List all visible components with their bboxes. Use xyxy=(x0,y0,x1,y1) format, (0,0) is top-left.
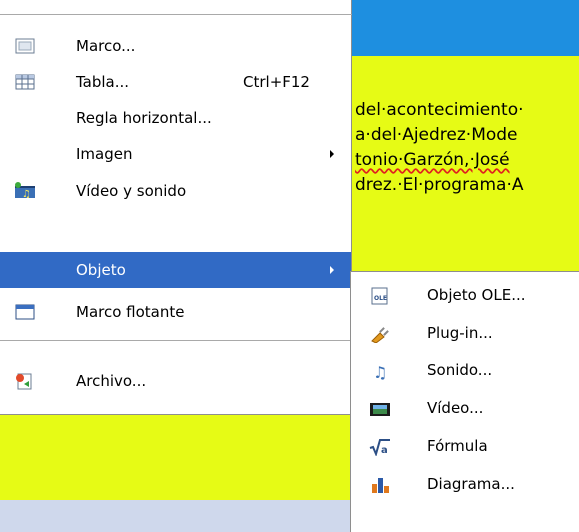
menu-item-frame[interactable]: Marco... xyxy=(0,28,351,64)
video-icon xyxy=(369,400,391,418)
submenu-item-label: Diagrama... xyxy=(427,475,515,493)
menu-item-video-sound[interactable]: ♫ Vídeo y sonido xyxy=(0,173,351,209)
submenu-item-plugin[interactable]: Plug-in... xyxy=(351,315,579,352)
submenu-arrow-icon xyxy=(330,266,334,274)
frame-icon xyxy=(14,37,36,55)
menu-item-horizontal-rule[interactable]: Regla horizontal... xyxy=(0,100,351,136)
svg-text:a: a xyxy=(381,445,388,456)
submenu-item-chart[interactable]: Diagrama... xyxy=(351,466,579,503)
object-submenu: OLE Objeto OLE... Plug-in... ♫ Sonido...… xyxy=(350,271,579,532)
svg-text:♫: ♫ xyxy=(373,363,387,380)
document-line: a·del·Ajedrez·Mode xyxy=(355,125,518,145)
submenu-item-label: Sonido... xyxy=(427,361,493,379)
insert-file-icon xyxy=(14,372,36,390)
menu-item-insert-file[interactable]: Archivo... xyxy=(0,363,351,399)
svg-text:♫: ♫ xyxy=(22,189,31,200)
insert-menu: Marco... Tabla... Ctrl+F12 Regla horizon… xyxy=(0,0,352,415)
chart-icon xyxy=(369,476,391,494)
submenu-item-label: Vídeo... xyxy=(427,399,484,417)
menu-item-shortcut: Ctrl+F12 xyxy=(243,73,310,91)
menu-item-label: Archivo... xyxy=(76,372,147,390)
ole-object-icon: OLE xyxy=(369,287,391,305)
menu-item-label: Vídeo y sonido xyxy=(76,182,187,200)
menu-item-label: Marco flotante xyxy=(76,303,185,321)
menu-item-table[interactable]: Tabla... Ctrl+F12 xyxy=(0,64,351,100)
menu-item-image[interactable]: Imagen xyxy=(0,136,351,172)
menu-item-label: Imagen xyxy=(76,145,133,163)
video-sound-icon: ♫ xyxy=(14,182,36,200)
document-line: del·acontecimiento· xyxy=(355,100,524,120)
menu-divider xyxy=(0,340,351,341)
menu-item-label: Tabla... xyxy=(76,73,130,91)
document-line: drez.·El·programa·A xyxy=(355,175,524,195)
table-icon xyxy=(14,73,36,91)
menu-item-label: Marco... xyxy=(76,37,136,55)
plugin-icon xyxy=(369,325,391,344)
submenu-item-label: Objeto OLE... xyxy=(427,286,526,304)
submenu-arrow-icon xyxy=(330,150,334,158)
sound-icon: ♫ xyxy=(369,362,391,382)
floating-frame-icon xyxy=(14,303,36,321)
submenu-item-ole-object[interactable]: OLE Objeto OLE... xyxy=(351,277,579,314)
menu-item-label: Objeto xyxy=(76,261,126,279)
document-text: del·acontecimiento· a·del·Ajedrez·Mode t… xyxy=(355,98,524,198)
submenu-item-formula[interactable]: a Fórmula xyxy=(351,428,579,465)
menu-item-floating-frame[interactable]: Marco flotante xyxy=(0,294,351,330)
menu-item-object[interactable]: Objeto xyxy=(0,252,351,288)
submenu-item-video[interactable]: Vídeo... xyxy=(351,390,579,427)
svg-text:OLE: OLE xyxy=(374,295,387,302)
formula-icon: a xyxy=(369,438,391,457)
document-line: tonio·Garzón,·José xyxy=(355,150,510,170)
menu-item-label: Regla horizontal... xyxy=(76,109,212,127)
menu-divider xyxy=(0,14,352,15)
submenu-item-label: Fórmula xyxy=(427,437,488,455)
submenu-item-sound[interactable]: ♫ Sonido... xyxy=(351,352,579,389)
document-margin-band xyxy=(0,500,352,532)
submenu-item-label: Plug-in... xyxy=(427,324,493,342)
